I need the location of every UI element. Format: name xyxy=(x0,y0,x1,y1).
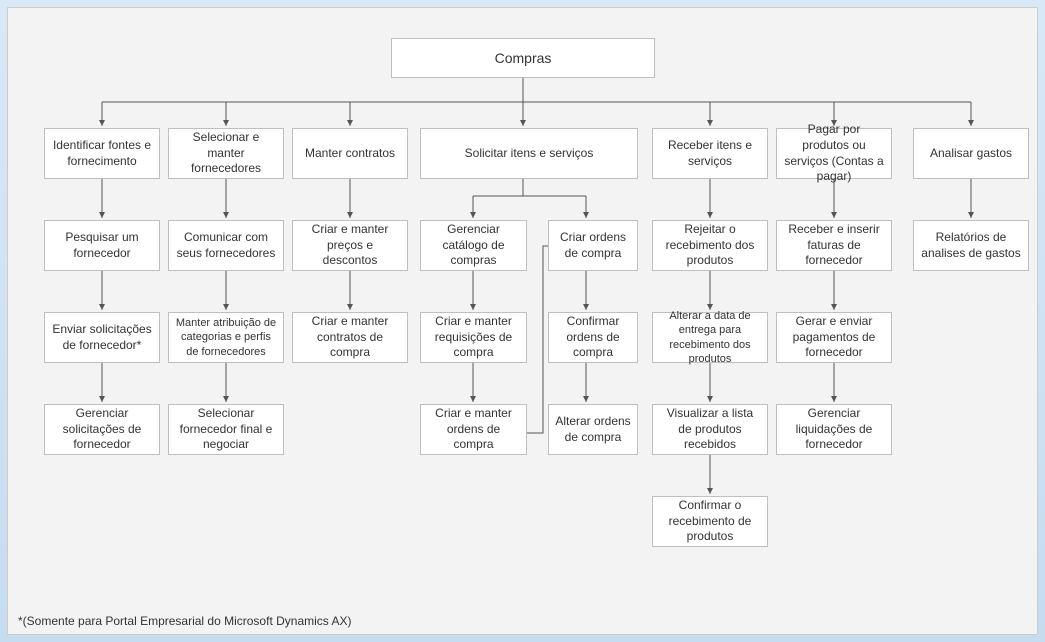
col-head-6: Analisar gastos xyxy=(913,128,1029,179)
col-head-1: Selecionar e manter fornecedores xyxy=(168,128,284,179)
col-head-3: Solicitar itens e serviços xyxy=(420,128,638,179)
footnote-text: *(Somente para Portal Empresarial do Mic… xyxy=(18,614,351,628)
col2-item0: Criar e manter preços e descontos xyxy=(292,220,408,271)
col3a-item1: Criar e manter requisições de compra xyxy=(420,312,527,363)
col-head-0: Identificar fontes e fornecimento xyxy=(44,128,160,179)
col5-item1: Gerar e enviar pagamentos de fornecedor xyxy=(776,312,892,363)
col3b-item1: Confirmar ordens de compra xyxy=(548,312,638,363)
col4-item3: Confirmar o recebimento de produtos xyxy=(652,496,768,547)
diagram-frame: Compras Identificar fontes e forneciment… xyxy=(7,7,1038,635)
col-head-4: Receber itens e serviços xyxy=(652,128,768,179)
col-head-2: Manter contratos xyxy=(292,128,408,179)
col3b-item2: Alterar ordens de compra xyxy=(548,404,638,455)
col-head-5: Pagar por produtos ou serviços (Contas a… xyxy=(776,128,892,179)
col2-item1: Criar e manter contratos de compra xyxy=(292,312,408,363)
col1-item2: Selecionar fornecedor final e negociar xyxy=(168,404,284,455)
col0-item1: Enviar solicitações de fornecedor* xyxy=(44,312,160,363)
root-node: Compras xyxy=(391,38,655,78)
col4-item2: Visualizar a lista de produtos recebidos xyxy=(652,404,768,455)
col0-item2: Gerenciar solicitações de fornecedor xyxy=(44,404,160,455)
col3a-item2: Criar e manter ordens de compra xyxy=(420,404,527,455)
col3b-item0: Criar ordens de compra xyxy=(548,220,638,271)
col3a-item0: Gerenciar catálogo de compras xyxy=(420,220,527,271)
col6-item0: Relatórios de analises de gastos xyxy=(913,220,1029,271)
col5-item0: Receber e inserir faturas de fornecedor xyxy=(776,220,892,271)
col0-item0: Pesquisar um fornecedor xyxy=(44,220,160,271)
col5-item2: Gerenciar liquidações de fornecedor xyxy=(776,404,892,455)
col1-item1: Manter atribuição de categorias e perfis… xyxy=(168,312,284,363)
col4-item0: Rejeitar o recebimento dos produtos xyxy=(652,220,768,271)
col4-item1: Alterar a data de entrega para recebimen… xyxy=(652,312,768,363)
col1-item0: Comunicar com seus fornecedores xyxy=(168,220,284,271)
